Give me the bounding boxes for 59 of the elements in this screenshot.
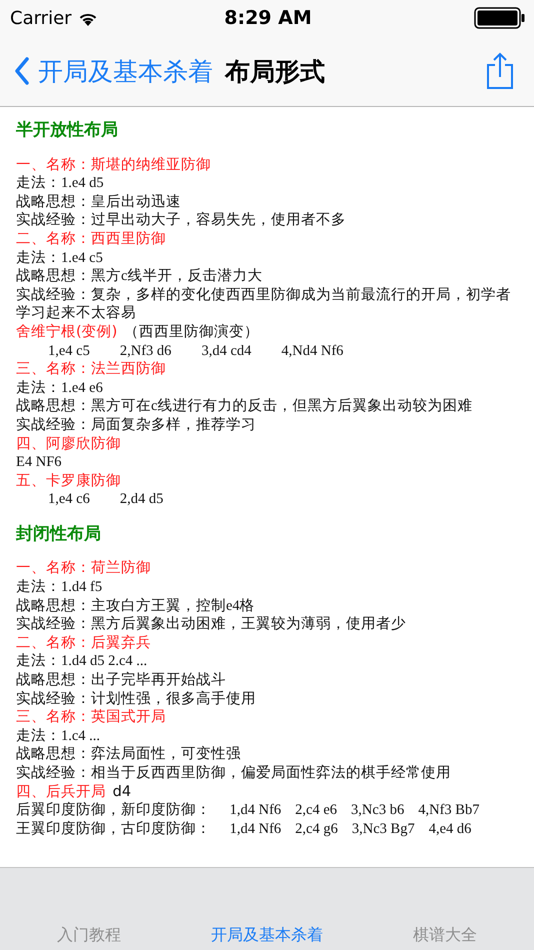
opening-name: 四、后兵开局 [16, 784, 106, 800]
field-text: 战略思想：弈法局面性，可变性强 [16, 745, 242, 764]
field-text: 走法：1.d4 f5 [16, 578, 104, 597]
opening-name: 五、卡罗康防御 [16, 472, 121, 489]
field-text: 走法：1.c4 ... [16, 726, 102, 746]
move-text: 2,c4 g6 [295, 820, 338, 837]
status-time: 8:29 AM [224, 7, 312, 29]
section-title: 半开放性布局 [16, 121, 119, 140]
field-text: 战略思想：黑方可在c线进行有力的反击，但黑方后翼象出动较为困难 [16, 397, 474, 416]
opening-name: 三、名称：英国式开局 [16, 709, 166, 726]
page-title: 布局形式 [225, 56, 325, 88]
opening-name: 一、名称：斯堪的纳维亚防御 [16, 156, 211, 173]
battery-icon [474, 7, 526, 29]
back-button[interactable]: 开局及基本杀着 [14, 54, 213, 88]
move-text: 4,Nd4 Nf6 [281, 342, 344, 360]
field-text: 走法：1.e4 e6 [16, 378, 104, 398]
field-text: 实战经验：复杂，多样的变化使西西里防御成为当前最流行的开局，初学者学习起来不太容易 [16, 286, 512, 323]
chevron-left-icon [14, 57, 30, 85]
move-text: 4,e4 d6 [428, 820, 472, 837]
tab[interactable]: 开局及基本杀着 [178, 925, 356, 950]
opening-name: 三、名称：法兰西防御 [16, 361, 166, 378]
field-text: 战略思想：出子完毕再开始战斗 [16, 671, 227, 690]
field-text: 走法：1.e4 d5 [16, 174, 105, 193]
tab[interactable]: 棋谱大全 [356, 925, 534, 950]
move-text: 1,e4 c6 [48, 490, 90, 509]
move-text: 1,e4 c5 [48, 342, 90, 360]
opening-name: 舍维宁根(变例) [16, 324, 118, 340]
field-text: 走法：1.d4 d5 2.c4 ... [16, 652, 148, 672]
opening-name: 二、名称：西西里防御 [16, 230, 166, 247]
move-text: 1,d4 Nf6 [230, 820, 282, 837]
field-text: 实战经验：局面复杂多样，推荐学习 [16, 416, 257, 434]
opening-name: 二、名称：后翼弃兵 [16, 634, 151, 651]
field-text: 战略思想：黑方c线半开，反击潜力大 [16, 267, 264, 286]
opening-name: 一、名称：荷兰防御 [16, 560, 151, 576]
field-text: 实战经验：过早出动大子，容易失先，使用者不多 [16, 211, 347, 230]
tab[interactable]: 入门教程 [0, 925, 178, 950]
field-text: 实战经验：相当于反西西里防御，偏爱局面性弈法的棋手经常使用 [16, 764, 452, 783]
move-text: 3,Nc3 b6 [351, 802, 404, 818]
field-label: 后翼印度防御，新印度防御： [16, 802, 211, 818]
move-text: E4 NF6 [16, 454, 62, 470]
opening-note: （西西里防御演变） [124, 324, 259, 340]
field-label: 王翼印度防御，古印度防御： [16, 820, 211, 837]
field-text: 战略思想：皇后出动迅速 [16, 192, 182, 212]
field-text: 实战经验：计划性强，很多高手使用 [16, 690, 257, 708]
share-icon[interactable] [486, 52, 514, 90]
move-text: 1,d4 Nf6 [230, 802, 282, 818]
field-text: 战略思想：主攻白方王翼，控制e4格 [16, 596, 256, 616]
move-text: 3,d4 cd4 [201, 342, 252, 360]
move-text: 3,Nc3 Bg7 [352, 820, 415, 837]
move-text: 4,Nf3 Bb7 [418, 802, 480, 818]
field-text: 走法：1.e4 c5 [16, 248, 104, 268]
move-text: 2,c4 e6 [295, 802, 338, 818]
opening-note: d4 [112, 784, 132, 800]
section-title: 封闭性布局 [16, 524, 102, 544]
move-text: 2,d4 d5 [120, 490, 164, 509]
carrier-name: Carrier [10, 8, 72, 28]
field-text: 实战经验：黑方后翼象出动困难，王翼较为薄弱，使用者少 [16, 615, 407, 634]
move-text: 2,Nf3 d6 [120, 342, 172, 360]
opening-name: 四、阿廖欣防御 [16, 436, 121, 452]
